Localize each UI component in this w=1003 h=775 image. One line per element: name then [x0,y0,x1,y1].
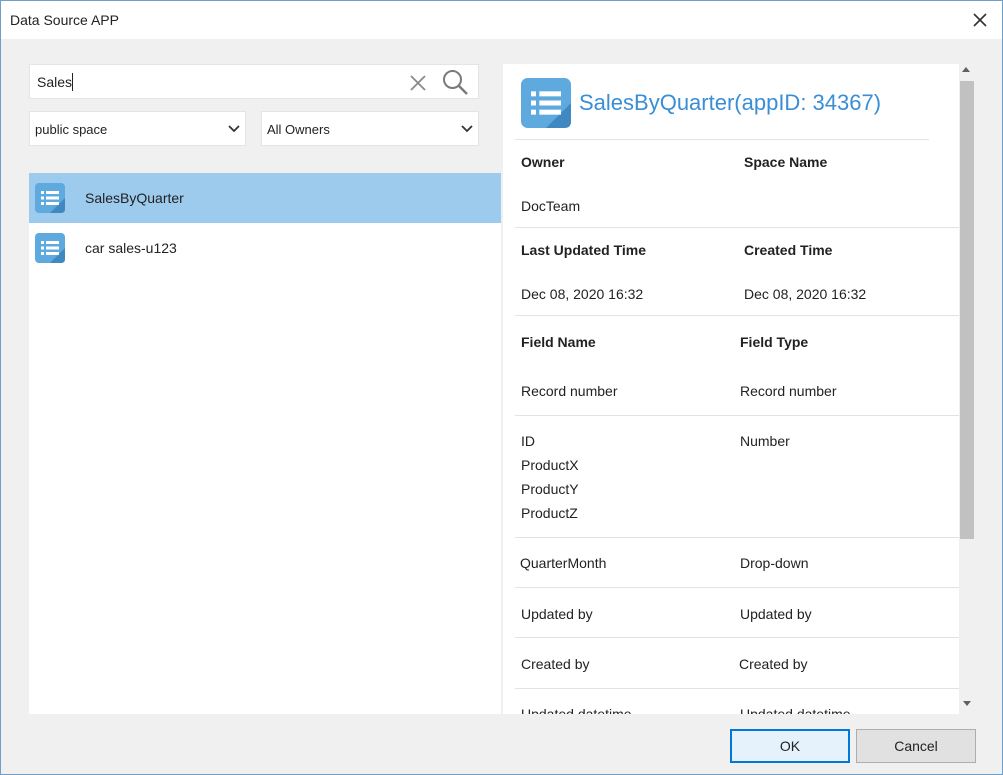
space-filter-value: public space [35,122,108,137]
list-item[interactable]: car sales-u123 [29,223,501,273]
field-name-header: Field Name [521,334,596,350]
ok-button[interactable]: OK [730,729,850,763]
space-name-label: Space Name [744,154,828,170]
field-name: Updated datetime [521,706,632,714]
close-icon [973,13,987,27]
field-type-header: Field Type [740,334,809,350]
scroll-thumb[interactable] [960,81,974,539]
owner-label: Owner [521,154,565,170]
detail-scrollbar[interactable] [959,64,976,714]
created-time-label: Created Time [744,242,833,258]
owner-filter-value: All Owners [267,122,330,137]
scroll-down-arrow-icon[interactable] [963,701,971,706]
text-cursor [72,73,73,91]
app-detail-panel: SalesByQuarter(appID: 34367) Owner Space… [503,64,976,714]
last-updated-label: Last Updated Time [521,242,646,258]
window-title: Data Source APP [10,12,119,28]
search-box[interactable]: Sales [29,64,479,99]
cancel-button[interactable]: Cancel [856,729,976,763]
divider [515,587,959,588]
app-name: car sales-u123 [85,240,177,256]
clear-icon[interactable] [407,72,429,94]
app-icon [35,233,65,263]
app-icon [521,78,571,128]
field-name: ProductZ [521,505,578,521]
search-input[interactable]: Sales [37,74,72,90]
list-item[interactable]: SalesByQuarter [29,173,501,223]
search-icon[interactable] [441,68,469,96]
app-name: SalesByQuarter [85,190,184,206]
divider [515,415,959,416]
created-time-value: Dec 08, 2020 16:32 [744,286,867,302]
scroll-up-arrow-icon[interactable] [962,67,970,72]
divider [515,227,959,228]
field-type: Record number [740,383,837,399]
chevron-down-icon [228,125,240,133]
field-type: Updated by [740,606,812,622]
field-name: ProductX [521,457,579,473]
field-name: Record number [521,383,618,399]
field-type: Number [740,433,790,449]
field-name: ID [521,433,535,449]
field-type: Created by [739,656,808,672]
field-type: Updated datetime [740,706,851,714]
field-name: ProductY [521,481,579,497]
divider [515,537,959,538]
close-button[interactable] [958,1,1002,39]
field-name: Updated by [521,606,593,622]
last-updated-value: Dec 08, 2020 16:32 [521,286,644,302]
divider [515,139,929,140]
detail-title: SalesByQuarter(appID: 34367) [579,90,882,115]
divider [515,315,959,316]
field-type: Drop-down [740,555,809,571]
owner-filter-select[interactable]: All Owners [261,111,479,146]
app-list: SalesByQuarter car sales-u123 [29,173,501,714]
field-name: QuarterMonth [520,555,607,571]
chevron-down-icon [461,125,473,133]
owner-value: DocTeam [521,198,581,214]
divider [515,637,959,638]
title-bar: Data Source APP [1,1,1002,39]
space-filter-select[interactable]: public space [29,111,246,146]
field-name: Created by [521,656,590,672]
app-icon [35,183,65,213]
divider [515,688,959,689]
data-source-dialog: Data Source APP Sales public space All O… [0,0,1003,775]
